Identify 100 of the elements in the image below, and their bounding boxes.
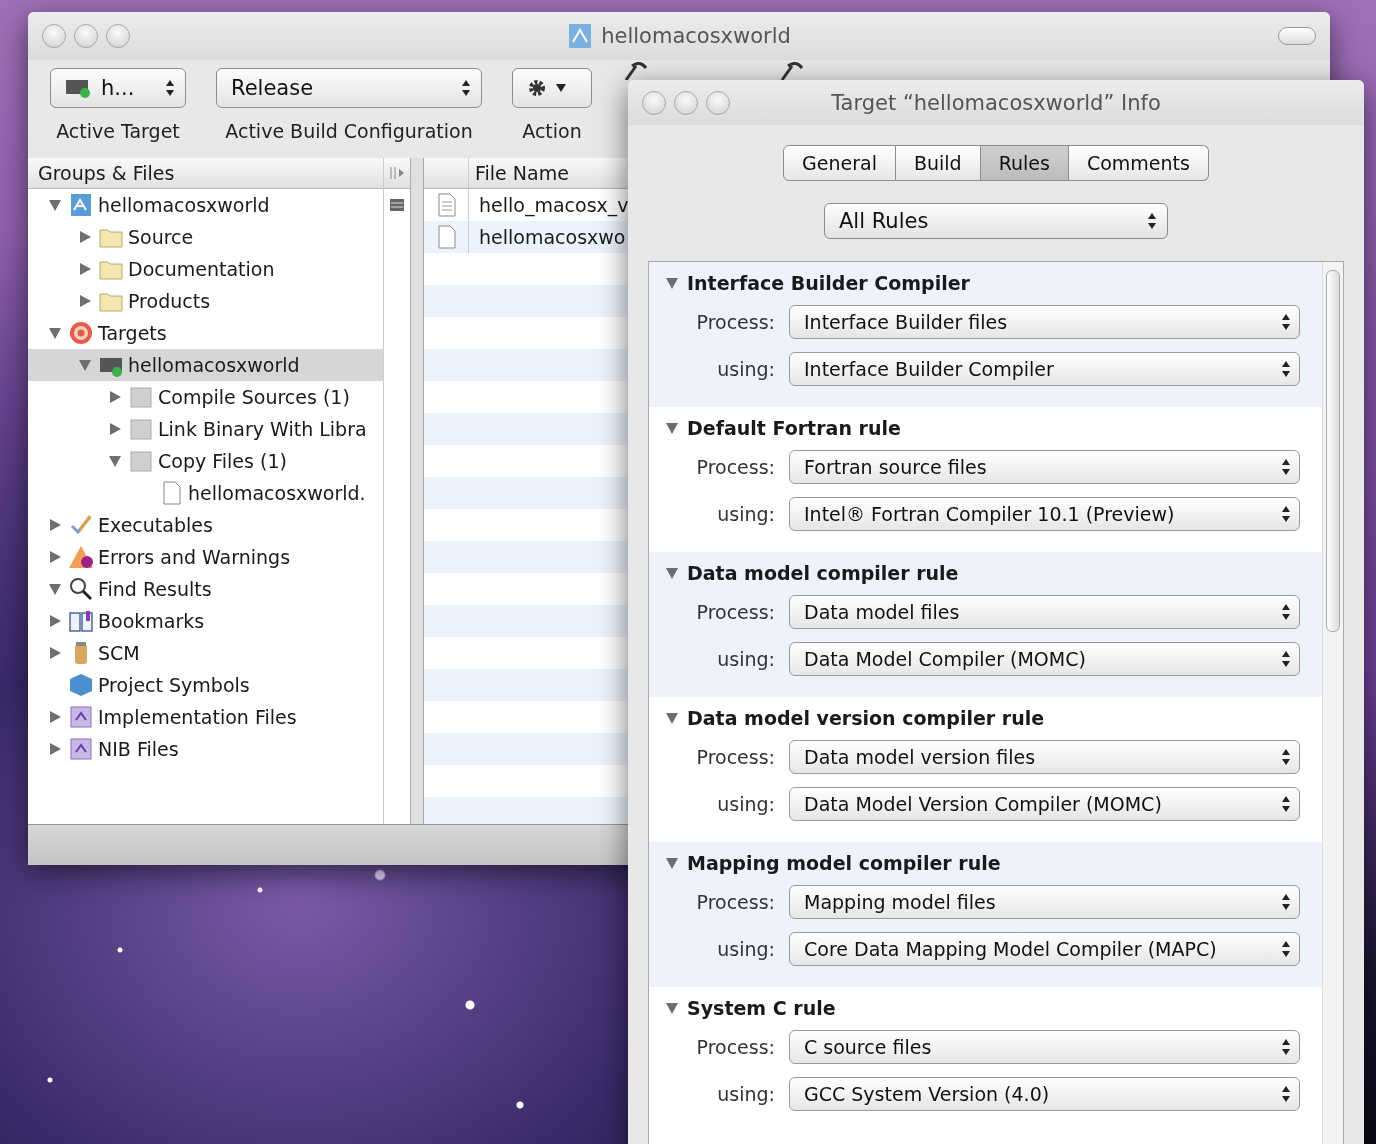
popup-button[interactable]: h... (50, 68, 186, 108)
expand-triangle-icon[interactable] (78, 230, 92, 244)
column-header[interactable]: File Name (469, 158, 569, 188)
tree-item-label: Link Binary With Libra (158, 418, 367, 440)
tab[interactable]: Build (895, 145, 981, 181)
toolbar-toggle-button[interactable] (1278, 27, 1316, 45)
updown-arrows-icon (1281, 312, 1291, 331)
tree-row[interactable]: Executables (28, 509, 383, 541)
expand-triangle-icon[interactable] (78, 294, 92, 308)
hammer-icon[interactable] (622, 62, 648, 80)
tab[interactable]: General (783, 145, 896, 181)
field-label: using: (716, 937, 775, 960)
tab[interactable]: Rules (980, 145, 1069, 181)
collapse-triangle-icon[interactable] (665, 566, 679, 580)
tree-row[interactable]: Products (28, 285, 383, 317)
list-icon (389, 197, 405, 213)
updown-arrows-icon (165, 79, 175, 97)
tree-row[interactable]: Find Results (28, 573, 383, 605)
field-label: Process: (695, 1035, 775, 1058)
tree-row[interactable]: Project Symbols (28, 669, 383, 701)
tab[interactable]: Comments (1068, 145, 1209, 181)
collapse-triangle-icon[interactable] (108, 454, 122, 468)
updown-arrows-icon (1281, 457, 1291, 476)
tree-row[interactable]: Targets (28, 317, 383, 349)
action-button[interactable] (512, 68, 592, 108)
collapse-triangle-icon[interactable] (665, 276, 679, 290)
tree-row[interactable]: Documentation (28, 253, 383, 285)
process-popup[interactable]: Data model version files (789, 739, 1300, 774)
expand-triangle-icon[interactable] (108, 390, 122, 404)
tree-item-label: hellomacosxworld (128, 354, 300, 376)
column-resize-icon[interactable] (389, 165, 405, 181)
collapse-triangle-icon[interactable] (665, 421, 679, 435)
field-label: Process: (695, 890, 775, 913)
tree-row[interactable]: Implementation Files (28, 701, 383, 733)
tree-item-label: hellomacosxworld (98, 194, 270, 216)
scrollbar[interactable] (1322, 262, 1343, 1144)
tree-row[interactable]: Compile Sources (1) (28, 381, 383, 413)
collapse-triangle-icon[interactable] (48, 198, 62, 212)
tree-item-label: Find Results (98, 578, 212, 600)
toolbar-label: Active Build Configuration (225, 120, 473, 142)
updown-arrows-icon (1281, 504, 1291, 523)
window-title: hellomacosxworld (601, 24, 791, 48)
rule-name: Data model version compiler rule (687, 707, 1045, 729)
build-phase-icon (128, 384, 154, 410)
file-name[interactable]: hello_macosx_v (469, 189, 629, 221)
tree-item-label: Targets (98, 322, 167, 344)
tree-row[interactable]: Source (28, 221, 383, 253)
process-popup[interactable]: Interface Builder files (789, 304, 1300, 339)
tree-row[interactable]: NIB Files (28, 733, 383, 765)
tree-row[interactable]: Copy Files (1) (28, 445, 383, 477)
compiler-popup[interactable]: Core Data Mapping Model Compiler (MAPC) (789, 931, 1300, 966)
expand-triangle-icon[interactable] (108, 422, 122, 436)
compiler-popup[interactable]: GCC System Version (4.0) (789, 1076, 1300, 1111)
scroll-thumb[interactable] (1326, 270, 1340, 632)
book-icon (68, 608, 94, 634)
search-icon (68, 576, 94, 602)
expand-triangle-icon[interactable] (48, 614, 62, 628)
process-popup[interactable]: Mapping model files (789, 884, 1300, 919)
expand-triangle-icon[interactable] (48, 742, 62, 756)
expand-triangle-icon[interactable] (48, 646, 62, 660)
rule-name: Data model compiler rule (687, 562, 959, 584)
tree-item-label: NIB Files (98, 738, 179, 760)
updown-arrows-icon (1281, 602, 1291, 621)
column-header[interactable]: Groups & Files (28, 158, 383, 189)
rules-filter-popup[interactable]: All Rules (824, 203, 1168, 239)
collapse-triangle-icon[interactable] (665, 711, 679, 725)
tree-row[interactable]: SCM (28, 637, 383, 669)
expand-triangle-icon[interactable] (48, 710, 62, 724)
updown-arrows-icon (1281, 1084, 1291, 1103)
popup-button[interactable]: Release (216, 68, 482, 108)
compiler-popup[interactable]: Intel® Fortran Compiler 10.1 (Preview) (789, 496, 1300, 531)
application-icon (65, 77, 93, 99)
expand-triangle-icon[interactable] (78, 262, 92, 276)
tree-item-label: Documentation (128, 258, 275, 280)
collapse-triangle-icon[interactable] (48, 326, 62, 340)
collapse-triangle-icon[interactable] (665, 1001, 679, 1015)
caret-icon (555, 83, 567, 93)
tree-row[interactable]: Errors and Warnings (28, 541, 383, 573)
field-label: using: (716, 1082, 775, 1105)
tree-row[interactable]: hellomacosxworld (28, 189, 383, 221)
compiler-popup[interactable]: Data Model Compiler (MOMC) (789, 641, 1300, 676)
warning-icon (68, 544, 94, 570)
expand-triangle-icon[interactable] (48, 550, 62, 564)
tree-row[interactable]: Link Binary With Libra (28, 413, 383, 445)
tree-row[interactable]: hellomacosxworld (28, 349, 383, 381)
process-popup[interactable]: C source files (789, 1029, 1300, 1064)
compiler-popup[interactable]: Data Model Version Compiler (MOMC) (789, 786, 1300, 821)
hammer-icon[interactable] (778, 62, 804, 80)
compiler-popup[interactable]: Interface Builder Compiler (789, 351, 1300, 386)
process-popup[interactable]: Fortran source files (789, 449, 1300, 484)
collapse-triangle-icon[interactable] (78, 358, 92, 372)
expand-triangle-icon[interactable] (48, 518, 62, 532)
project-icon (68, 192, 94, 218)
updown-arrows-icon (1147, 212, 1157, 230)
file-name[interactable]: hellomacosxwo (469, 221, 626, 253)
process-popup[interactable]: Data model files (789, 594, 1300, 629)
tree-row[interactable]: Bookmarks (28, 605, 383, 637)
collapse-triangle-icon[interactable] (48, 582, 62, 596)
tree-row[interactable]: hellomacosxworld. (28, 477, 383, 509)
collapse-triangle-icon[interactable] (665, 856, 679, 870)
